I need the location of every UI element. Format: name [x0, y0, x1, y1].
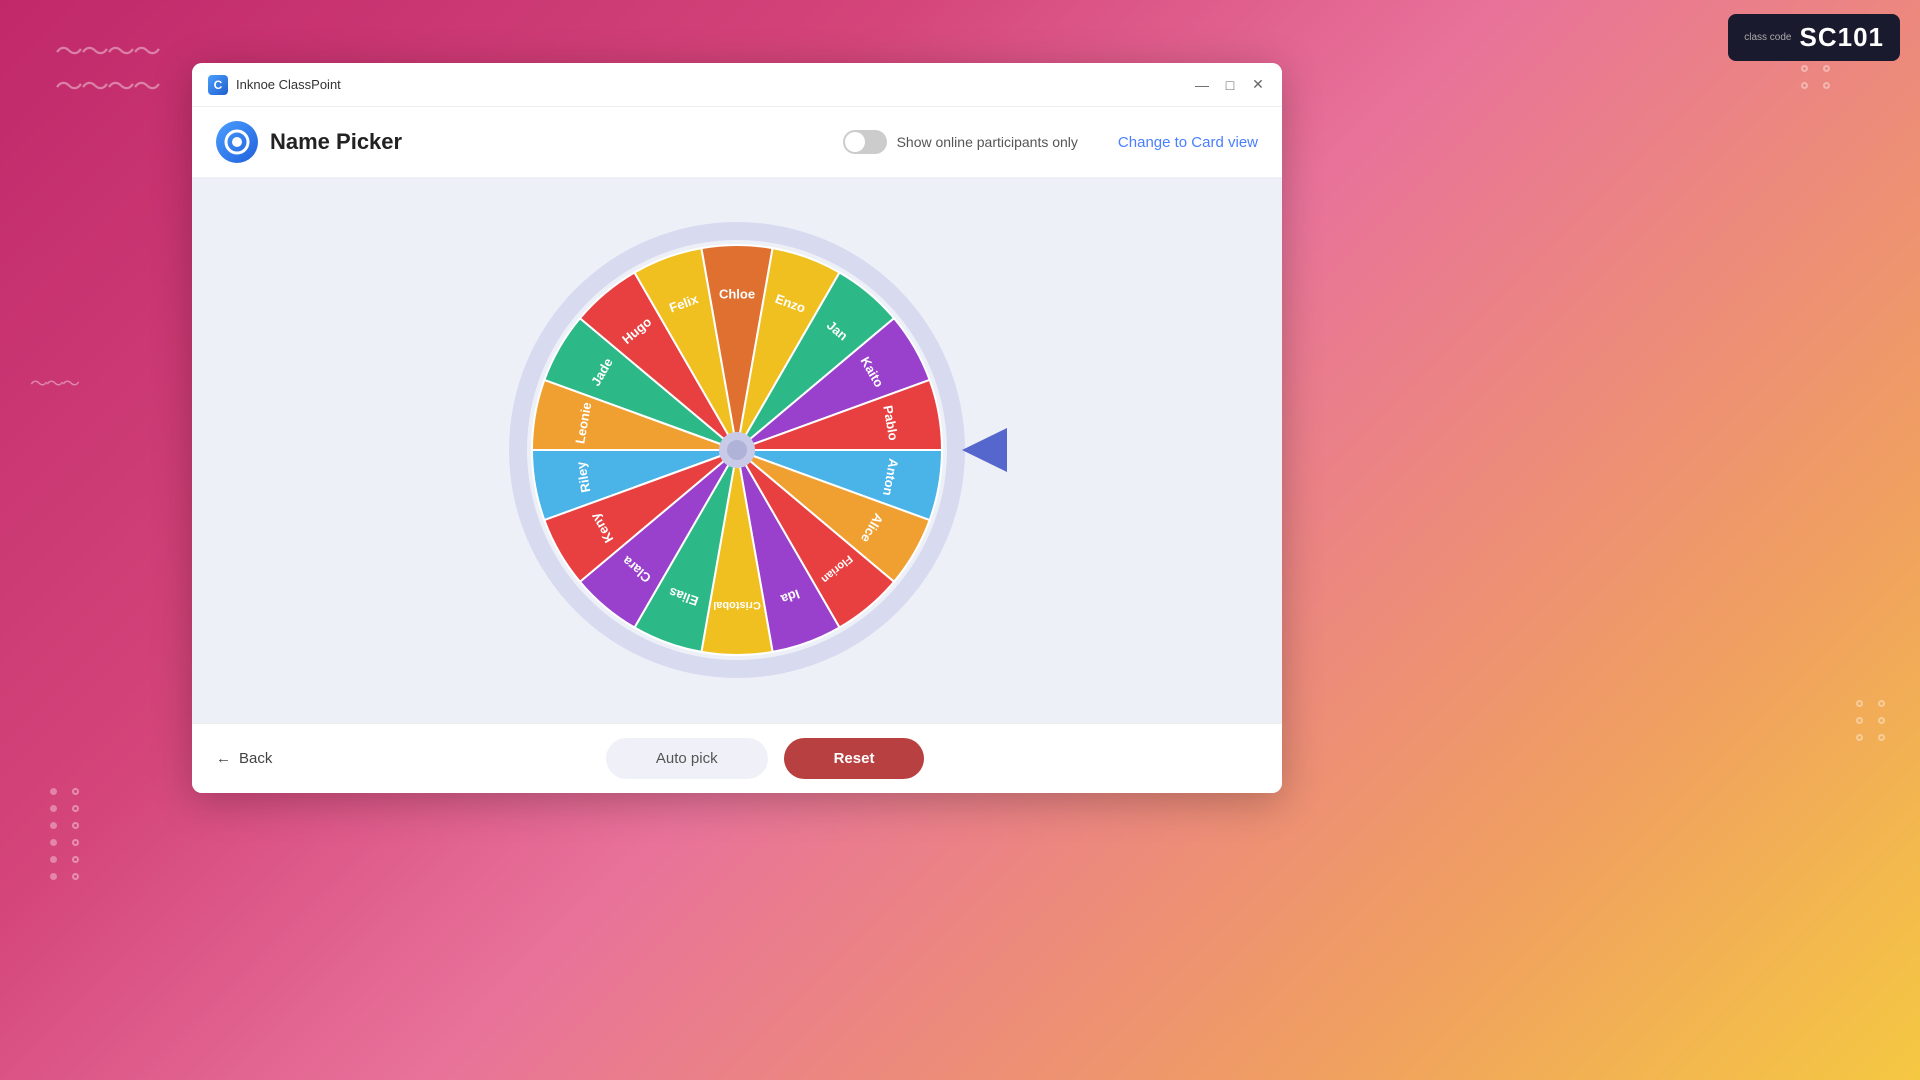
dots-top-right [1801, 65, 1835, 89]
back-label: Back [239, 750, 272, 767]
svg-text:Chloe: Chloe [719, 286, 755, 301]
wheel-pointer [962, 428, 1007, 472]
squiggle-decoration-3: 〜〜〜 [30, 370, 78, 396]
dots-right-side [1856, 700, 1890, 741]
class-code-badge: class code SC101 [1728, 14, 1900, 61]
maximize-button[interactable]: □ [1222, 77, 1238, 93]
name-picker-wheel[interactable]: RileyLeonieJadeHugoFelixChloeEnzoJanKait… [497, 210, 977, 690]
window-header: Name Picker Show online participants onl… [192, 107, 1282, 177]
minimize-button[interactable]: — [1194, 77, 1210, 93]
squiggle-decoration-2: 〜〜〜〜 [55, 65, 159, 105]
window-controls: — □ ✕ [1194, 77, 1266, 93]
class-code-value: SC101 [1800, 22, 1885, 53]
back-arrow-icon: ← [216, 750, 231, 767]
toggle-label: Show online participants only [897, 134, 1078, 150]
svg-text:Cristobal: Cristobal [713, 599, 761, 611]
squiggle-decoration-1: 〜〜〜〜 [55, 30, 159, 70]
dots-bottom-left [50, 788, 84, 880]
wheel-container: RileyLeonieJadeHugoFelixChloeEnzoJanKait… [192, 177, 1282, 723]
footer-center: Auto pick Reset [272, 738, 1258, 779]
wheel-svg: RileyLeonieJadeHugoFelixChloeEnzoJanKait… [497, 210, 977, 690]
app-logo [216, 121, 258, 163]
auto-pick-button[interactable]: Auto pick [606, 738, 768, 779]
toggle-area: Show online participants only [843, 130, 1078, 154]
reset-button[interactable]: Reset [784, 738, 925, 779]
close-button[interactable]: ✕ [1250, 77, 1266, 93]
class-label: class code [1744, 31, 1791, 44]
page-title: Name Picker [270, 129, 843, 155]
app-name: Inknoe ClassPoint [236, 77, 1194, 92]
app-icon: C [208, 75, 228, 95]
change-view-button[interactable]: Change to Card view [1118, 134, 1258, 151]
main-window: C Inknoe ClassPoint — □ ✕ Name Picker Sh… [192, 63, 1282, 793]
back-button[interactable]: ← Back [216, 750, 272, 767]
online-participants-toggle[interactable] [843, 130, 887, 154]
window-footer: ← Back Auto pick Reset [192, 723, 1282, 793]
title-bar: C Inknoe ClassPoint — □ ✕ [192, 63, 1282, 107]
